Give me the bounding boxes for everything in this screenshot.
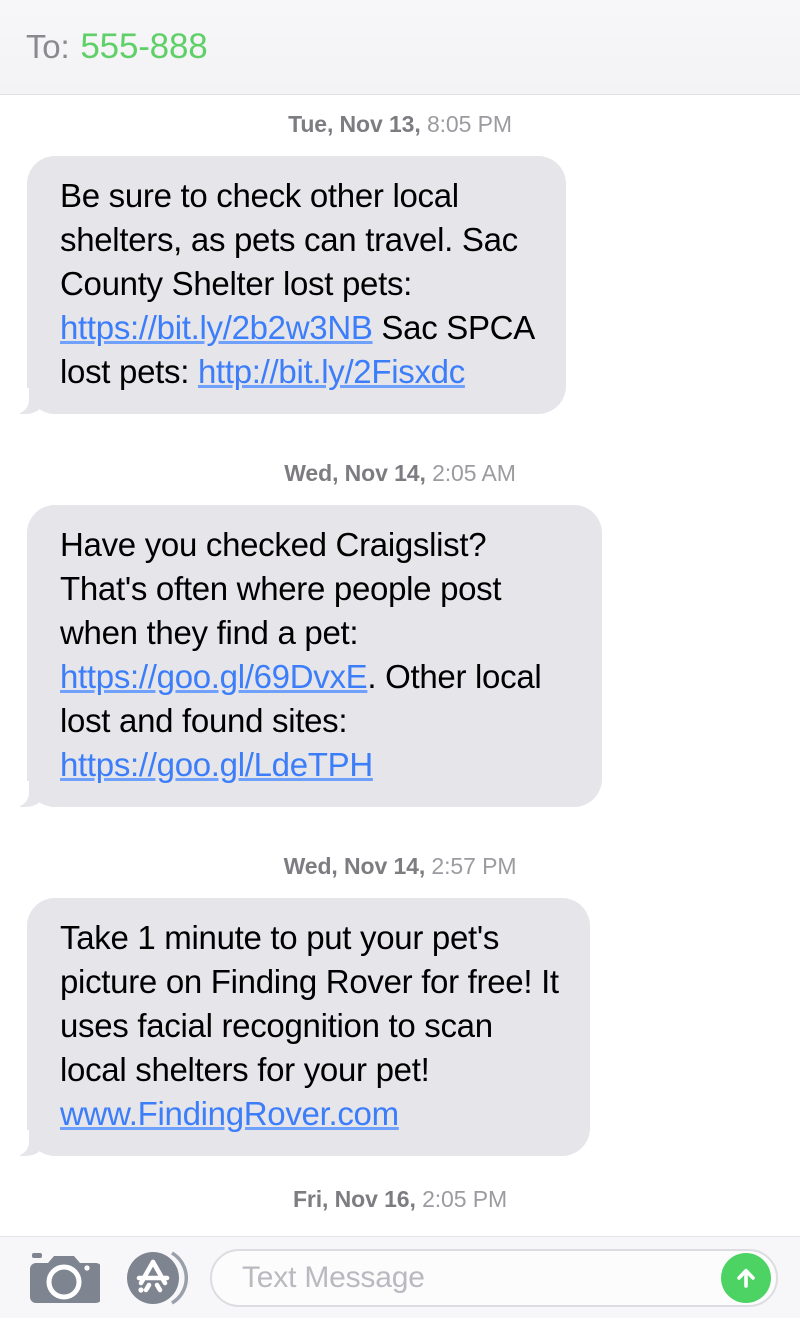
message-text: Be sure to check other local shelters, a… — [60, 177, 518, 302]
message-text: Take 1 minute to put your pet's picture … — [60, 919, 559, 1088]
message-row: Have you checked Craigslist? That's ofte… — [0, 505, 800, 807]
send-button[interactable] — [721, 1252, 771, 1303]
camera-button[interactable] — [28, 1249, 100, 1307]
message-link[interactable]: www.FindingRover.com — [60, 1095, 399, 1132]
camera-icon — [30, 1252, 100, 1303]
timestamp-date: Fri, Nov 16, — [292, 1186, 416, 1212]
message-row: Take 1 minute to put your pet's picture … — [0, 898, 800, 1156]
message-input-placeholder: Text Message — [242, 1260, 425, 1294]
timestamp-date: Wed, Nov 14, — [284, 460, 426, 486]
message-text: Have you checked Craigslist? That's ofte… — [60, 526, 502, 651]
timestamp-time: 8:05 PM — [426, 111, 512, 137]
arrow-up-icon — [737, 1268, 755, 1288]
message-link[interactable]: http://bit.ly/2Fisxdc — [198, 353, 465, 390]
app-store-button[interactable] — [122, 1245, 188, 1311]
message-timestamp: Wed, Nov 14, 2:57 PM — [0, 853, 800, 880]
message-row: Be sure to check other local shelters, a… — [0, 156, 800, 414]
message-timestamp: Tue, Nov 13, 8:05 PM — [0, 111, 800, 138]
app-store-icon — [127, 1250, 188, 1305]
message-timestamp: Fri, Nov 16, 2:05 PM — [0, 1186, 800, 1213]
message-bubble[interactable]: Have you checked Craigslist? That's ofte… — [15, 505, 602, 807]
timestamp-time: 2:05 PM — [422, 1186, 508, 1212]
message-link[interactable]: https://goo.gl/69DvxE — [60, 658, 368, 695]
message-link[interactable]: https://bit.ly/2b2w3NB — [60, 309, 373, 346]
recipient-field[interactable]: To: 555-888 — [0, 27, 208, 67]
conversation-header: To: 555-888 — [0, 0, 800, 95]
message-bubble[interactable]: Take 1 minute to put your pet's picture … — [15, 898, 590, 1156]
to-label: To: — [26, 28, 70, 65]
timestamp-time: 2:05 AM — [432, 460, 516, 486]
timestamp-time: 2:57 PM — [431, 853, 517, 879]
message-bubble[interactable]: Be sure to check other local shelters, a… — [15, 156, 566, 414]
message-timestamp: Wed, Nov 14, 2:05 AM — [0, 460, 800, 487]
message-link[interactable]: https://goo.gl/LdeTPH — [60, 746, 373, 783]
timestamp-date: Tue, Nov 13, — [288, 111, 421, 137]
recipient-value[interactable]: 555-888 — [80, 27, 207, 67]
message-input-bar: Text Message — [0, 1236, 800, 1318]
message-input-field[interactable]: Text Message — [210, 1248, 778, 1307]
message-list[interactable]: Tue, Nov 13, 8:05 PM Be sure to check ot… — [0, 95, 800, 1236]
timestamp-date: Wed, Nov 14, — [283, 853, 426, 879]
